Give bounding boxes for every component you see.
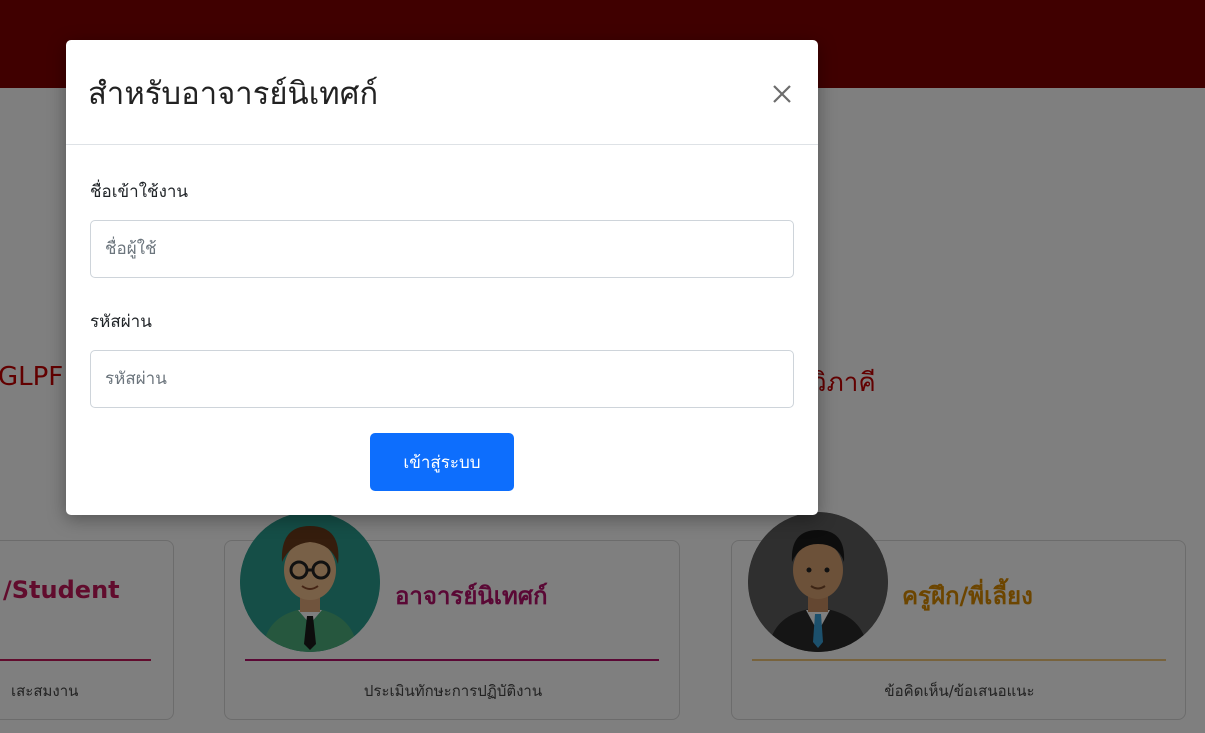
username-input[interactable] (90, 220, 794, 278)
login-modal: สำหรับอาจารย์นิเทศก์ ชื่อเข้าใช้งาน รหัส… (66, 40, 818, 515)
password-label: รหัสผ่าน (90, 312, 152, 332)
modal-title: สำหรับอาจารย์นิเทศก์ (88, 76, 379, 112)
modal-header: สำหรับอาจารย์นิเทศก์ (66, 40, 818, 145)
username-label: ชื่อเข้าใช้งาน (90, 182, 189, 202)
close-icon[interactable] (766, 78, 798, 110)
password-input[interactable] (90, 350, 794, 408)
login-button[interactable]: เข้าสู่ระบบ (370, 433, 514, 491)
